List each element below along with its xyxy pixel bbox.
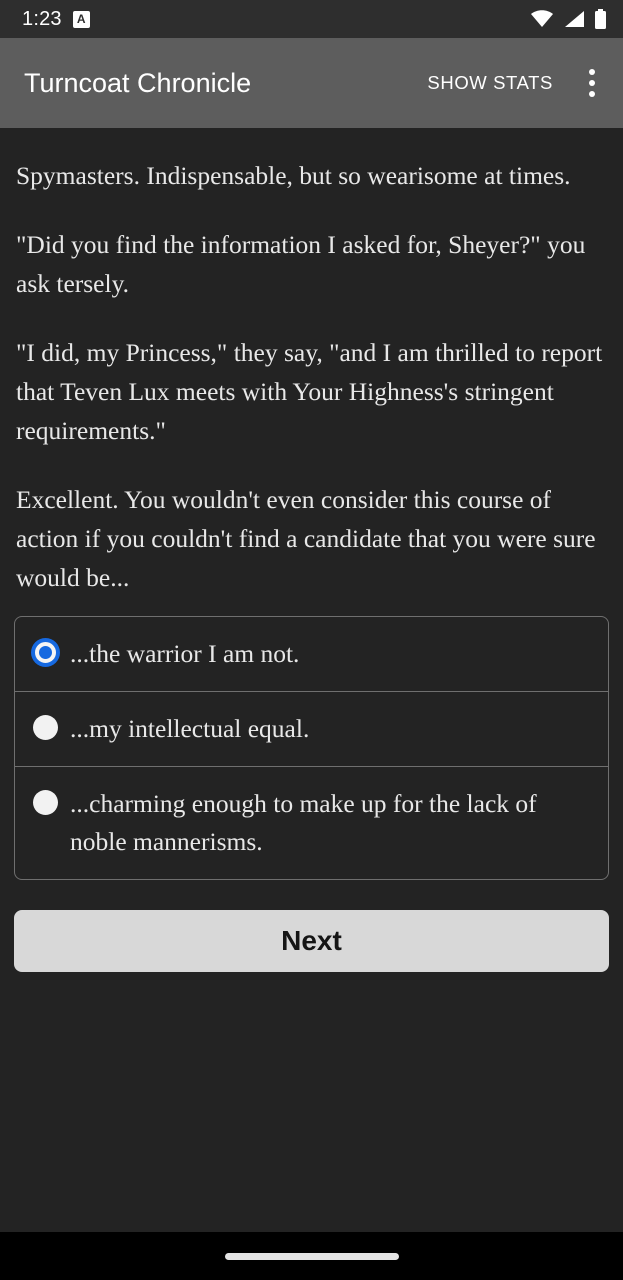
- app-title: Turncoat Chronicle: [24, 67, 252, 98]
- notification-a-icon: A: [72, 10, 90, 28]
- story-paragraph: Excellent. You wouldn't even consider th…: [16, 485, 596, 592]
- app-bar: Turncoat Chronicle SHOW STATS: [0, 38, 623, 128]
- choice-option-3[interactable]: ...charming enough to make up for the la…: [15, 767, 608, 879]
- radio-button-icon[interactable]: [33, 715, 58, 740]
- battery-icon: [594, 9, 607, 29]
- more-vert-icon[interactable]: [569, 53, 615, 113]
- story-content: Spymasters. Indispensable, but so wearis…: [0, 128, 623, 1232]
- next-button[interactable]: Next: [14, 910, 609, 972]
- choice-option-label: ...charming enough to make up for the la…: [70, 789, 537, 856]
- navigation-bar: [0, 1232, 623, 1280]
- status-bar: 1:23 A: [0, 0, 623, 38]
- choice-option-2[interactable]: ...my intellectual equal.: [15, 692, 608, 767]
- status-bar-left: 1:23 A: [22, 9, 90, 29]
- choice-group: ...the warrior I am not. ...my intellect…: [14, 616, 609, 880]
- status-clock: 1:23: [22, 8, 62, 30]
- show-stats-button[interactable]: SHOW STATS: [415, 62, 565, 104]
- next-button-label: Next: [281, 925, 342, 956]
- more-vert-dot: [589, 80, 595, 86]
- phone-screen: 1:23 A Turncoat Chronicle SHOW STATS Spy…: [0, 0, 623, 1280]
- radio-button-icon[interactable]: [33, 790, 58, 815]
- story-paragraph: "I did, my Princess," they say, "and I a…: [16, 338, 603, 445]
- choice-option-1[interactable]: ...the warrior I am not.: [15, 617, 608, 692]
- story-paragraph: Spymasters. Indispensable, but so wearis…: [16, 161, 571, 190]
- cell-signal-icon: [563, 10, 585, 28]
- wifi-icon: [530, 10, 554, 28]
- more-vert-dot: [589, 69, 595, 75]
- radio-button-selected-icon[interactable]: [35, 642, 56, 663]
- status-bar-right: [530, 9, 607, 29]
- home-gesture-pill[interactable]: [224, 1252, 399, 1260]
- choice-option-label: ...the warrior I am not.: [70, 639, 300, 668]
- choice-option-label: ...my intellectual equal.: [70, 714, 310, 743]
- more-vert-dot: [589, 91, 595, 97]
- story-paragraph: "Did you find the information I asked fo…: [16, 230, 586, 298]
